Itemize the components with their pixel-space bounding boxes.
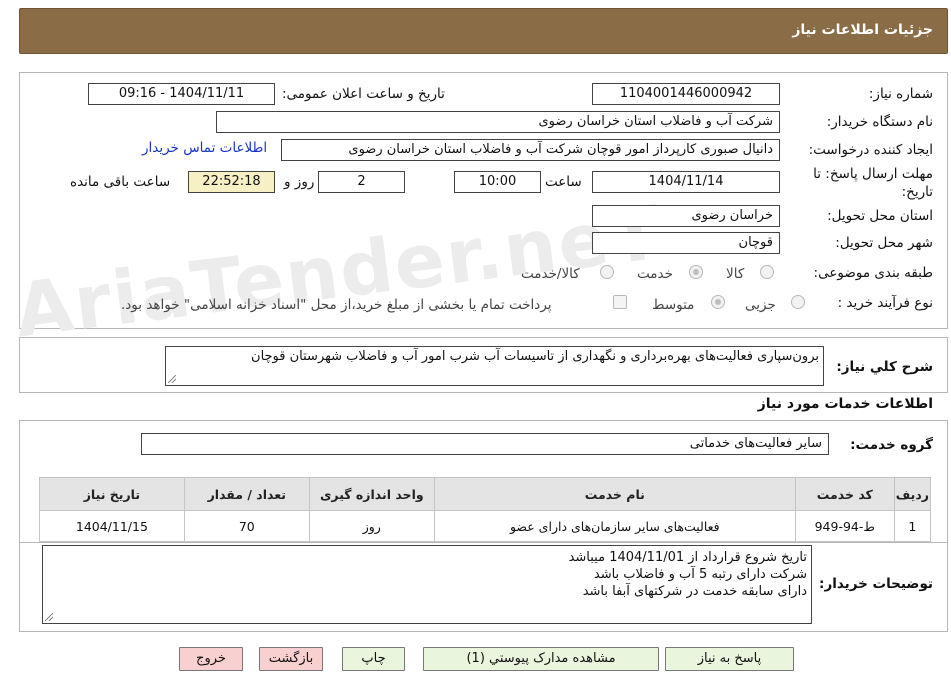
buyer-note-line: شرکت دارای رتبه 5 آب و فاضلاب باشد [593,567,807,582]
services-section-title: اطلاعات خدمات مورد نياز [757,396,933,412]
buyer-notes-textarea: تاریخ شروع قرارداد از 1404/11/01 میباشد … [42,545,812,624]
announce-datetime-field: 1404/11/11 - 09:16 [88,83,275,105]
days-label: روز و [284,174,315,190]
back-button[interactable]: بازگشت [259,647,323,671]
buyer-org-label: نام دستگاه خریدار: [826,114,933,130]
page-title: جزئیات اطلاعات نیاز [792,22,933,38]
print-button[interactable]: چاپ [342,647,405,671]
table-row: 1 ط-94-949 فعالیت‌های سایر سازمان‌های دا… [39,510,932,542]
need-number-field: 1104001446000942 [592,83,780,105]
column-header-need-date: تاریخ نیاز [39,477,185,511]
column-header-service-code: کد خدمت [794,477,895,511]
process-radio-minor[interactable] [791,295,805,309]
need-number-label: شماره نیاز: [868,86,933,102]
page-header: جزئیات اطلاعات نیاز [19,8,948,54]
resize-handle-icon[interactable] [45,613,53,621]
buyer-notes-label: توضیحات خریدار: [819,576,933,592]
announce-label: تاریخ و ساعت اعلان عمومی: [282,86,445,102]
process-label: نوع فرآیند خرید : [837,295,933,311]
remaining-time-field: 22:52:18 [188,171,275,193]
cell-service-name: فعالیت‌های سایر سازمان‌های دارای عضو [433,510,796,542]
category-radio-service[interactable] [689,265,703,279]
days-remaining-field: 2 [318,171,405,193]
cell-service-code: ط-94-949 [794,510,895,542]
category-option-goods-service: کالا/خدمت [521,266,580,282]
category-option-goods: کالا [726,266,745,282]
deadline-time-field: 10:00 [454,171,541,193]
description-text: برون‌سپاری فعالیت‌های بهره‌برداری و نگهد… [251,349,819,364]
process-radio-medium[interactable] [711,295,725,309]
buyer-contact-link[interactable]: اطلاعات تماس خریدار [142,140,267,156]
buyer-org-field: شرکت آب و فاضلاب استان خراسان رضوی [216,111,780,133]
exit-button[interactable]: خروج [179,647,243,671]
service-group-field: سایر فعالیت‌های خدماتی [141,433,829,455]
description-label: شرح کلي نياز: [836,359,933,375]
category-radio-goods-service[interactable] [600,265,614,279]
column-header-unit: واحد اندازه گیری [308,477,435,511]
services-table: ردیف کد خدمت نام خدمت واحد اندازه گیری ت… [39,477,932,542]
cell-quantity: 70 [183,510,310,542]
province-field: خراسان رضوی [592,205,780,227]
service-group-label: گروه خدمت: [850,437,933,453]
province-label: استان محل تحویل: [827,208,933,224]
deadline-time-label: ساعت [545,174,582,190]
process-option-medium: متوسط [652,297,695,313]
resize-handle-icon[interactable] [168,375,176,383]
category-radio-goods[interactable] [760,265,774,279]
treasury-payment-note: پرداخت تمام یا بخشی از مبلغ خرید،از محل … [121,297,552,313]
creator-label: ایجاد کننده درخواست: [808,142,933,158]
category-option-service: خدمت [637,266,673,282]
buyer-note-line: دارای سابقه خدمت در شرکتهای آبفا باشد [582,584,807,599]
reply-to-need-button[interactable]: پاسخ به نیاز [665,647,794,671]
description-textarea: برون‌سپاری فعالیت‌های بهره‌برداری و نگهد… [165,346,824,386]
buyer-note-line: تاریخ شروع قرارداد از 1404/11/01 میباشد [568,550,807,565]
cell-unit: روز [308,510,435,542]
view-attachments-button[interactable]: مشاهده مدارک پیوستي (1) [423,647,659,671]
deadline-label-date: تاریخ: [901,184,933,200]
deadline-label: مهلت ارسال پاسخ: تا [813,166,933,182]
column-header-row-number: ردیف [893,477,932,511]
category-label: طبقه بندی موضوعی: [813,265,933,281]
table-header-row: ردیف کد خدمت نام خدمت واحد اندازه گیری ت… [39,477,932,511]
treasury-payment-checkbox[interactable] [613,295,627,309]
column-header-service-name: نام خدمت [433,477,796,511]
creator-field: دانیال صبوری کارپرداز امور قوچان شرکت آب… [281,139,780,161]
city-field: قوچان [592,232,780,254]
cell-row-number: 1 [893,510,932,542]
cell-need-date: 1404/11/15 [39,510,185,542]
process-option-minor: جزیی [745,297,776,313]
remaining-time-label: ساعت باقی مانده [70,174,171,190]
deadline-date-field: 1404/11/14 [592,171,780,193]
column-header-quantity: تعداد / مقدار [183,477,310,511]
city-label: شهر محل تحویل: [835,235,933,251]
